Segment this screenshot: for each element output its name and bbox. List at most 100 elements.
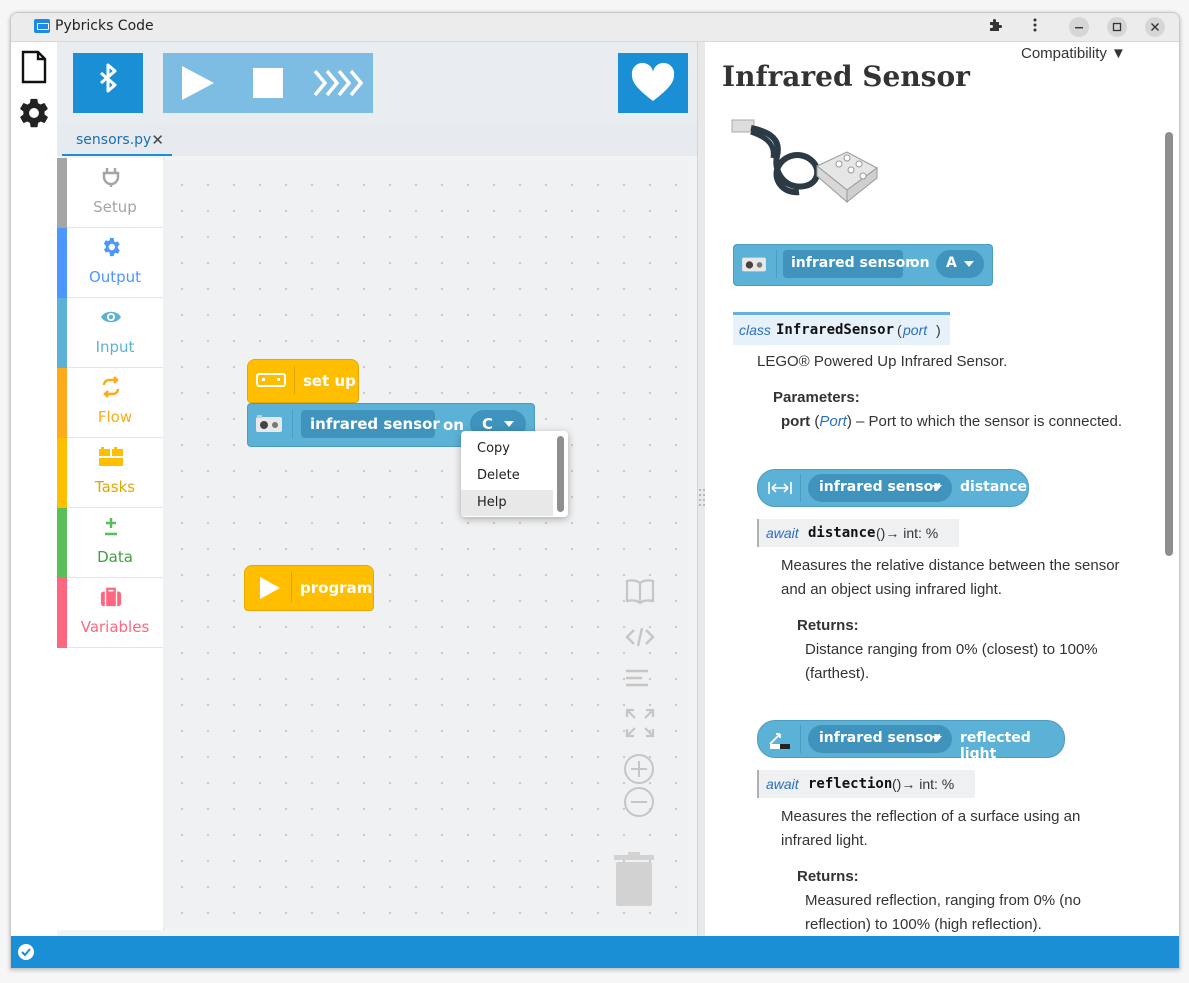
check-circle-icon[interactable] bbox=[17, 943, 35, 961]
blocks-editor: Setup Output Input Flow Tasks Data Varia… bbox=[57, 156, 697, 936]
distance-returns-label: Returns: bbox=[797, 617, 859, 634]
category-label: Setup bbox=[93, 198, 137, 216]
reflection-block-value: reflected light bbox=[960, 730, 1031, 762]
cleanup-icon[interactable] bbox=[625, 668, 651, 692]
distance-block-label: infrared sensor bbox=[819, 479, 941, 495]
blocks-workspace[interactable]: set up infrared sensor on C program bbox=[163, 160, 689, 928]
bluetooth-button[interactable] bbox=[73, 53, 143, 113]
loop-icon bbox=[102, 376, 120, 398]
distance-returns-1: Distance ranging from 0% (closest) to 10… bbox=[805, 641, 1098, 658]
file-icon[interactable] bbox=[20, 50, 48, 88]
book-icon[interactable] bbox=[625, 578, 655, 604]
category-label: Variables bbox=[80, 618, 150, 636]
class-param: port bbox=[903, 322, 928, 338]
program-block[interactable]: program bbox=[244, 565, 374, 611]
plus-minus-icon bbox=[105, 518, 117, 536]
category-tasks[interactable]: Tasks bbox=[57, 438, 163, 508]
close-icon[interactable] bbox=[1145, 17, 1165, 37]
sponsor-button[interactable] bbox=[618, 53, 688, 113]
menu-item-copy[interactable]: Copy bbox=[461, 436, 553, 462]
category-flow[interactable]: Flow bbox=[57, 368, 163, 438]
on-label: on bbox=[443, 416, 464, 434]
distance-desc-2: and an object using infrared light. bbox=[781, 581, 1002, 598]
compatibility-dropdown[interactable]: Compatibility ▼ bbox=[1021, 45, 1126, 62]
category-label: Flow bbox=[97, 408, 133, 426]
repl-button[interactable] bbox=[303, 53, 373, 113]
category-data[interactable]: Data bbox=[57, 508, 163, 578]
hub-icon bbox=[256, 373, 286, 387]
category-label: Output bbox=[88, 268, 142, 286]
plug-icon bbox=[102, 168, 120, 187]
docs-scrollbar[interactable] bbox=[1165, 132, 1173, 556]
docs-heading: Infrared Sensor bbox=[722, 60, 970, 93]
category-variables[interactable]: Variables bbox=[57, 578, 163, 648]
parameters-heading: Parameters: bbox=[773, 389, 860, 406]
distance-icon bbox=[768, 482, 792, 494]
documentation-panel: Infrared Sensor Compatibility ▼ infrared… bbox=[705, 42, 1179, 936]
eye-icon bbox=[101, 311, 121, 323]
distance-desc-1: Measures the relative distance between t… bbox=[781, 557, 1120, 574]
distance-block: infrared sensor distance bbox=[757, 469, 1029, 507]
bluetooth-icon bbox=[100, 63, 117, 93]
class-signature: class InfraredSensor ( port ) bbox=[733, 312, 950, 345]
bricks-icon bbox=[99, 447, 123, 466]
setup-block-label: set up bbox=[303, 372, 356, 390]
play-icon bbox=[182, 66, 214, 100]
gear-icon bbox=[103, 237, 120, 257]
zoom-out-icon[interactable] bbox=[623, 786, 655, 818]
kebab-menu-icon[interactable] bbox=[1025, 17, 1045, 37]
block-category-list: Setup Output Input Flow Tasks Data Varia… bbox=[57, 158, 164, 930]
reflection-returns-2: reflection) to 100% (high reflection). bbox=[805, 916, 1042, 933]
sensor-block-label: infrared sensor bbox=[310, 415, 440, 433]
category-input[interactable]: Input bbox=[57, 298, 163, 368]
infrared-sensor-image bbox=[731, 119, 878, 204]
reflection-returns-1: Measured reflection, ranging from 0% (no bbox=[805, 892, 1081, 909]
code-icon[interactable] bbox=[625, 626, 655, 648]
fullscreen-icon[interactable] bbox=[625, 708, 655, 738]
suitcase-icon bbox=[100, 587, 122, 607]
menu-item-help[interactable]: Help bbox=[461, 490, 553, 516]
category-label: Data bbox=[97, 548, 133, 566]
status-bar bbox=[11, 936, 1179, 968]
category-label: Tasks bbox=[94, 478, 136, 496]
window-title: Pybricks Code bbox=[55, 18, 154, 34]
category-setup[interactable]: Setup bbox=[57, 158, 163, 228]
category-output[interactable]: Output bbox=[57, 228, 163, 298]
example-block-label: infrared sensor bbox=[791, 255, 913, 271]
dropdown-arrow-icon bbox=[932, 736, 942, 742]
class-name: InfraredSensor bbox=[776, 322, 895, 338]
dropdown-arrow-icon bbox=[964, 261, 974, 267]
activity-bar bbox=[11, 42, 57, 936]
heart-icon bbox=[631, 62, 675, 101]
minimize-icon[interactable] bbox=[1069, 17, 1089, 37]
stop-button[interactable] bbox=[233, 53, 303, 113]
infrared-sensor-icon bbox=[256, 415, 282, 432]
play-icon bbox=[260, 577, 280, 599]
menu-item-delete[interactable]: Delete bbox=[461, 463, 553, 489]
class-description: LEGO® Powered Up Infrared Sensor. bbox=[757, 353, 1008, 370]
reflection-desc-1: Measures the reflection of a surface usi… bbox=[781, 808, 1081, 825]
docs-example-block: infrared sensor on A bbox=[733, 244, 993, 286]
maximize-icon[interactable] bbox=[1107, 17, 1127, 37]
tab-close-icon[interactable]: ✕ bbox=[137, 127, 164, 153]
zoom-in-icon[interactable] bbox=[623, 753, 655, 785]
extensions-icon[interactable] bbox=[985, 17, 1005, 37]
context-menu: Copy Delete Help bbox=[461, 431, 568, 517]
toolbar bbox=[57, 42, 697, 124]
category-label: Input bbox=[95, 338, 135, 356]
example-on-label: on bbox=[910, 255, 930, 271]
reflection-block: infrared sensor reflected light bbox=[757, 720, 1065, 762]
settings-gear-icon[interactable] bbox=[17, 96, 51, 134]
run-button[interactable] bbox=[163, 53, 233, 113]
tab-sensors-py[interactable]: sensors.py ✕ bbox=[62, 127, 172, 157]
dropdown-arrow-icon bbox=[504, 421, 514, 427]
dropdown-arrow-icon bbox=[932, 485, 942, 491]
menu-scrollbar[interactable] bbox=[557, 436, 564, 512]
trash-icon[interactable] bbox=[613, 852, 655, 908]
pybricks-logo-icon bbox=[34, 19, 50, 33]
program-block-label: program bbox=[300, 579, 373, 597]
reflection-desc-2: infrared light. bbox=[781, 832, 868, 849]
run-controls bbox=[163, 53, 373, 113]
distance-signature: await distance ()→ int: % bbox=[757, 519, 959, 547]
setup-block[interactable]: set up bbox=[247, 359, 359, 403]
